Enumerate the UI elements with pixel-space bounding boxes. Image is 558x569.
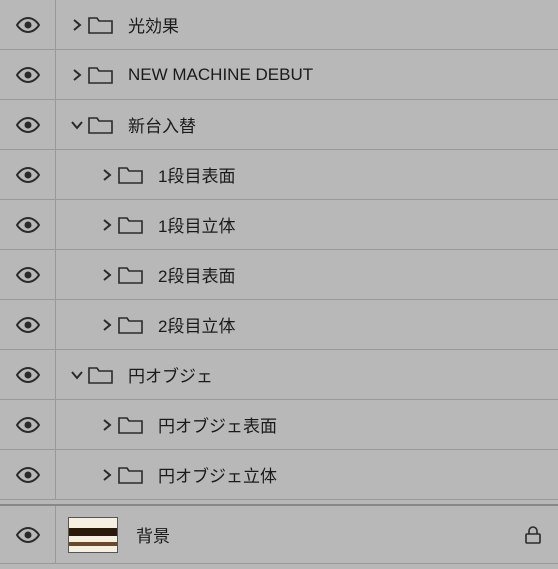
layer-label: 円オブジェ表面 [158,412,277,437]
lock-toggle[interactable] [508,506,558,563]
eye-icon [15,266,41,284]
layer-label: 1段目表面 [158,162,235,187]
layer-label: 光効果 [128,12,179,37]
layer-content[interactable]: 背景 [56,506,508,563]
layer-content[interactable]: 2段目立体 [56,300,558,349]
layer-row-circle-3d[interactable]: 円オブジェ立体 [0,450,558,500]
layer-row-row2-3d[interactable]: 2段目立体 [0,300,558,350]
eye-icon [15,416,41,434]
visibility-toggle[interactable] [0,506,56,563]
visibility-toggle[interactable] [0,0,56,49]
layer-content[interactable]: 円オブジェ表面 [56,400,558,449]
layer-label: 背景 [136,522,170,547]
visibility-toggle[interactable] [0,50,56,99]
layer-label: NEW MACHINE DEBUT [128,65,313,85]
folder-icon [118,265,144,285]
folder-icon [118,415,144,435]
layer-row-new-machine[interactable]: NEW MACHINE DEBUT [0,50,558,100]
folder-icon [88,115,114,135]
folder-icon [88,65,114,85]
eye-icon [15,316,41,334]
layer-row-circle-surface[interactable]: 円オブジェ表面 [0,400,558,450]
chevron-right-icon[interactable] [98,168,116,182]
layer-row-row2-surface[interactable]: 2段目表面 [0,250,558,300]
layer-row-row1-surface[interactable]: 1段目表面 [0,150,558,200]
visibility-toggle[interactable] [0,400,56,449]
lock-icon [524,525,542,545]
layer-row-background[interactable]: 背景 [0,504,558,564]
chevron-down-icon[interactable] [68,368,86,382]
layer-row-light-effects[interactable]: 光効果 [0,0,558,50]
eye-icon [15,216,41,234]
chevron-right-icon[interactable] [98,218,116,232]
layer-content[interactable]: 光効果 [56,0,558,49]
layer-thumbnail [68,517,118,553]
layer-content[interactable]: 円オブジェ [56,350,558,399]
visibility-toggle[interactable] [0,350,56,399]
layer-content[interactable]: NEW MACHINE DEBUT [56,50,558,99]
layer-content[interactable]: 2段目表面 [56,250,558,299]
layer-content[interactable]: 新台入替 [56,100,558,149]
eye-icon [15,526,41,544]
layer-content[interactable]: 1段目立体 [56,200,558,249]
chevron-right-icon[interactable] [68,68,86,82]
layer-content[interactable]: 1段目表面 [56,150,558,199]
folder-icon [88,365,114,385]
eye-icon [15,466,41,484]
layer-row-circle-obj[interactable]: 円オブジェ [0,350,558,400]
folder-icon [88,15,114,35]
eye-icon [15,166,41,184]
visibility-toggle[interactable] [0,450,56,499]
chevron-right-icon[interactable] [98,418,116,432]
chevron-right-icon[interactable] [98,468,116,482]
layer-row-shindai-irekae[interactable]: 新台入替 [0,100,558,150]
folder-icon [118,465,144,485]
chevron-right-icon[interactable] [98,318,116,332]
eye-icon [15,116,41,134]
visibility-toggle[interactable] [0,250,56,299]
layer-content[interactable]: 円オブジェ立体 [56,450,558,499]
eye-icon [15,366,41,384]
layer-label: 新台入替 [128,112,196,137]
visibility-toggle[interactable] [0,150,56,199]
layer-row-row1-3d[interactable]: 1段目立体 [0,200,558,250]
eye-icon [15,66,41,84]
visibility-toggle[interactable] [0,200,56,249]
folder-icon [118,315,144,335]
layers-panel: 光効果 NEW MACHINE DEBUT 新台入替 1段目表面 1段目立体 2段目表面 2… [0,0,558,564]
visibility-toggle[interactable] [0,300,56,349]
layer-label: 2段目立体 [158,312,235,337]
chevron-right-icon[interactable] [68,18,86,32]
layer-label: 円オブジェ立体 [158,462,277,487]
chevron-down-icon[interactable] [68,118,86,132]
layer-label: 2段目表面 [158,262,235,287]
layer-label: 1段目立体 [158,212,235,237]
folder-icon [118,165,144,185]
visibility-toggle[interactable] [0,100,56,149]
layer-label: 円オブジェ [128,362,213,387]
chevron-right-icon[interactable] [98,268,116,282]
eye-icon [15,16,41,34]
folder-icon [118,215,144,235]
